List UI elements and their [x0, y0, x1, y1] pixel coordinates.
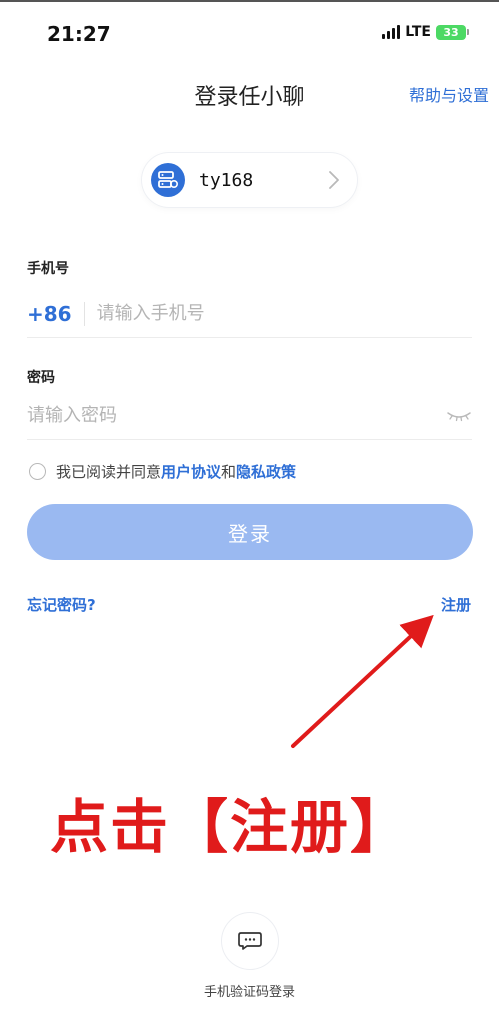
annotation-text: 点击【注册】 [50, 793, 411, 861]
message-icon [238, 932, 262, 950]
sms-login-button[interactable] [222, 913, 278, 969]
annotation-arrow-icon [291, 614, 434, 748]
sms-login-label: 手机验证码登录 [203, 985, 295, 1000]
